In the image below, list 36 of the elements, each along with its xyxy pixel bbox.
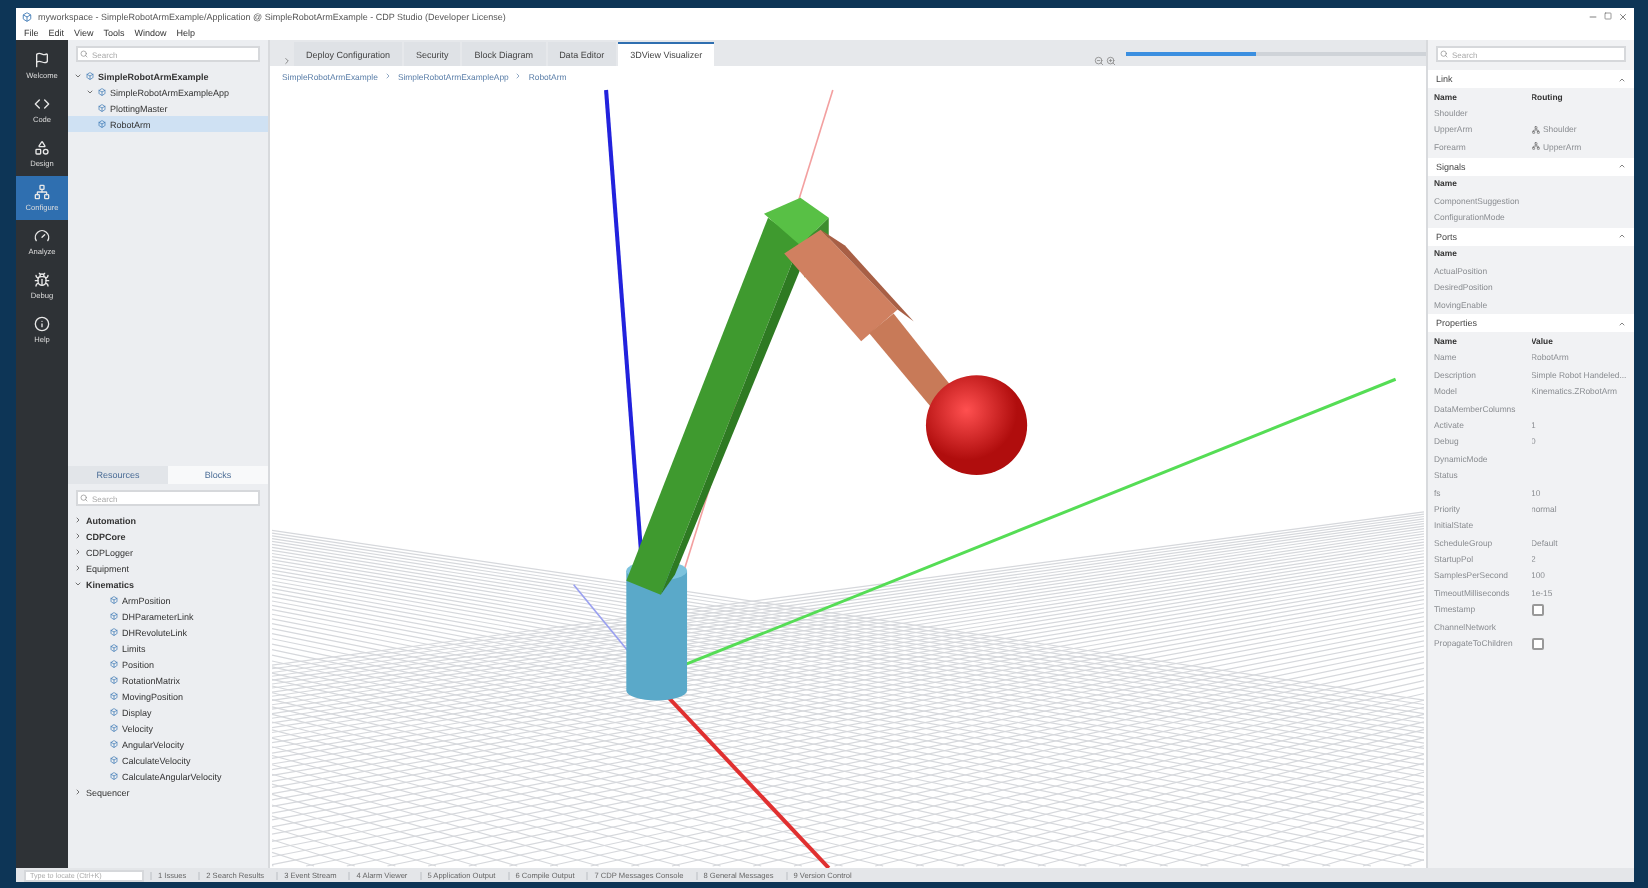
block-icon xyxy=(110,676,118,684)
block-icon xyxy=(110,772,118,780)
minimize-icon[interactable] xyxy=(1588,11,1598,21)
checkbox[interactable] xyxy=(1531,603,1543,616)
app-icon xyxy=(22,11,32,21)
checkbox[interactable] xyxy=(1531,637,1543,650)
mode-icon xyxy=(34,272,50,288)
block-icon xyxy=(110,724,118,732)
mode-icon xyxy=(34,140,50,156)
block-icon xyxy=(110,612,118,620)
zoom-out-icon[interactable] xyxy=(1094,56,1104,66)
tab-scroll-icon[interactable] xyxy=(282,56,292,66)
block-icon xyxy=(98,88,106,96)
maximize-icon[interactable] xyxy=(1604,12,1612,20)
link-icon xyxy=(1531,142,1539,151)
block-icon xyxy=(110,740,118,748)
block-icon xyxy=(110,660,118,668)
mode-icon xyxy=(34,52,50,68)
search-icon xyxy=(80,494,88,502)
mode-icon xyxy=(34,184,50,200)
link-icon xyxy=(1531,125,1539,134)
mode-icon xyxy=(34,316,50,332)
block-icon xyxy=(110,708,118,716)
block-icon xyxy=(110,644,118,652)
block-icon xyxy=(98,120,106,128)
mode-icon xyxy=(34,228,50,244)
zoom-in-icon[interactable] xyxy=(1106,56,1116,66)
search-icon xyxy=(1440,50,1448,58)
block-icon xyxy=(110,756,118,764)
block-icon xyxy=(110,692,118,700)
block-icon xyxy=(110,596,118,604)
mode-icon xyxy=(34,96,50,112)
search-icon xyxy=(80,50,88,58)
block-icon xyxy=(110,628,118,636)
block-icon xyxy=(98,104,106,112)
block-icon xyxy=(86,72,94,80)
